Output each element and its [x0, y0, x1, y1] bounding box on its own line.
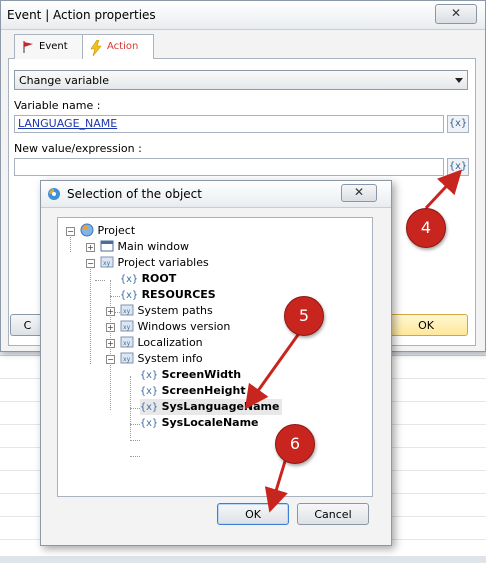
tree-node-system-info-label: System info: [137, 352, 203, 365]
variables-folder-icon: xy: [100, 256, 114, 268]
close-button[interactable]: ✕: [435, 4, 477, 24]
variables-folder-icon: xy: [120, 320, 134, 332]
variables-folder-icon: xy: [120, 336, 134, 348]
tree-node-system-paths[interactable]: xy System paths: [120, 303, 213, 319]
flag-icon: [23, 41, 33, 53]
action-type-value: Change variable: [19, 74, 109, 87]
new-value-label: New value/expression :: [14, 142, 142, 155]
tree-node-project[interactable]: Project: [80, 223, 135, 239]
collapse-system-info[interactable]: −: [106, 355, 115, 364]
tree-node-screenheight[interactable]: {x} ScreenHeight: [140, 383, 246, 399]
step-6-badge: 6: [275, 424, 315, 464]
tab-action[interactable]: Action: [82, 34, 154, 59]
cancel-button[interactable]: Cancel: [297, 503, 369, 525]
cancel-button-outer[interactable]: C: [10, 314, 44, 336]
app-icon: [48, 188, 60, 200]
dialog-titlebar: Event | Action properties ✕: [1, 1, 485, 30]
tree-node-root[interactable]: {x} ROOT: [120, 271, 176, 287]
chevron-down-icon: [455, 78, 463, 83]
svg-text:xy: xy: [123, 340, 131, 347]
variable-picker-button[interactable]: {x}: [447, 115, 469, 133]
tree-node-main-window-label: Main window: [117, 240, 190, 253]
tree-node-system-paths-label: System paths: [137, 304, 213, 317]
step-4-badge: 4: [406, 208, 446, 248]
expand-windows-version[interactable]: +: [106, 323, 115, 332]
inner-close-button[interactable]: ✕: [341, 184, 377, 202]
svg-text:xy: xy: [123, 308, 131, 315]
expression-picker-button[interactable]: {x}: [447, 158, 469, 176]
variable-name-label: Variable name :: [14, 99, 101, 112]
collapse-project-variables[interactable]: −: [86, 259, 95, 268]
variable-icon: {x}: [140, 370, 159, 381]
tree-node-screenwidth-label: ScreenWidth: [161, 368, 242, 381]
ok-button[interactable]: OK: [217, 503, 289, 525]
svg-text:xy: xy: [123, 356, 131, 363]
new-value-input[interactable]: [14, 158, 444, 176]
variable-name-input[interactable]: LANGUAGE_NAME: [14, 115, 444, 133]
tree-node-resources-label: RESOURCES: [141, 288, 216, 301]
inner-dialog-title: Selection of the object: [67, 187, 202, 201]
expand-main-window[interactable]: +: [86, 243, 95, 252]
object-tree[interactable]: − Project + Main window − xy Project var…: [57, 217, 373, 497]
tree-node-project-variables[interactable]: xy Project variables: [100, 255, 209, 271]
variable-icon: {x}: [140, 402, 159, 413]
action-type-select[interactable]: Change variable: [14, 70, 468, 90]
collapse-project[interactable]: −: [66, 227, 75, 236]
variable-icon: {x}: [140, 386, 159, 397]
step-5-badge: 5: [284, 296, 324, 336]
tree-node-localization[interactable]: xy Localization: [120, 335, 203, 351]
tree-node-localization-label: Localization: [137, 336, 203, 349]
lightning-icon: [90, 40, 102, 56]
tree-node-screenwidth[interactable]: {x} ScreenWidth: [140, 367, 241, 383]
tree-node-root-label: ROOT: [141, 272, 177, 285]
tree-node-syslocalename-label: SysLocaleName: [161, 416, 259, 429]
variable-icon: {x}: [120, 290, 139, 301]
expand-localization[interactable]: +: [106, 339, 115, 348]
inner-dialog-titlebar: Selection of the object ✕: [41, 181, 391, 208]
ok-button-outer[interactable]: OK: [384, 314, 468, 336]
tab-action-label: Action: [107, 41, 139, 52]
tree-node-syslocalename[interactable]: {x} SysLocaleName: [140, 415, 259, 431]
tree-node-syslanguagename[interactable]: {x} SysLanguageName: [140, 399, 283, 415]
project-globe-icon: [80, 223, 94, 237]
tree-node-syslanguagename-label: SysLanguageName: [161, 400, 280, 413]
tree-node-project-label: Project: [97, 224, 136, 237]
tree-node-system-info[interactable]: xy System info: [120, 351, 203, 367]
tree-node-main-window[interactable]: Main window: [100, 239, 189, 255]
svg-text:xy: xy: [123, 324, 131, 331]
svg-text:xy: xy: [103, 260, 111, 267]
variable-icon: {x}: [140, 418, 159, 429]
tree-node-windows-version[interactable]: xy Windows version: [120, 319, 230, 335]
tree-node-resources[interactable]: {x} RESOURCES: [120, 287, 216, 303]
variables-folder-icon: xy: [120, 352, 134, 364]
tab-event-label: Event: [39, 41, 68, 52]
variable-icon: {x}: [120, 274, 139, 285]
tree-node-screenheight-label: ScreenHeight: [161, 384, 246, 397]
object-selection-dialog: Selection of the object ✕ − Project + Ma…: [40, 180, 392, 546]
expand-system-paths[interactable]: +: [106, 307, 115, 316]
tree-node-project-variables-label: Project variables: [117, 256, 209, 269]
variables-folder-icon: xy: [120, 304, 134, 316]
tab-event[interactable]: Event: [14, 34, 84, 59]
tree-node-windows-version-label: Windows version: [137, 320, 231, 333]
window-icon: [100, 240, 114, 252]
dialog-title: Event | Action properties: [7, 8, 156, 22]
